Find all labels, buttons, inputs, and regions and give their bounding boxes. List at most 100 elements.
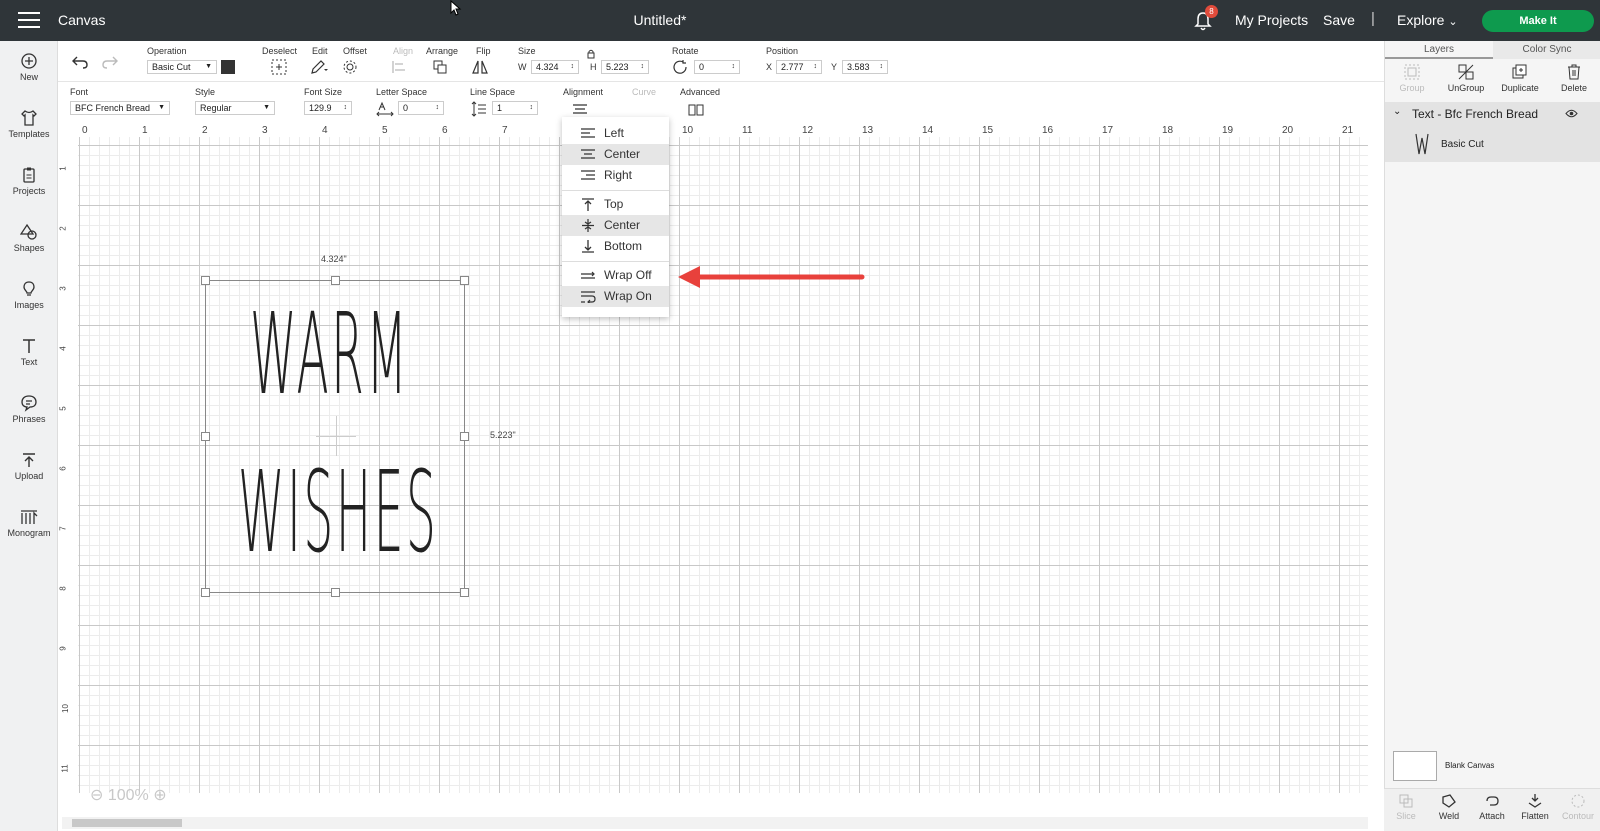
ruler-tick: 10	[60, 704, 70, 713]
separator: |	[1371, 10, 1375, 27]
document-title[interactable]: Untitled*	[600, 12, 720, 28]
layer-item[interactable]: ⌄ Text - Bfc French Bread Basic Cut	[1385, 102, 1600, 162]
chevron-down-icon[interactable]: ⌄	[1393, 106, 1401, 117]
sidebar-label: Phrases	[12, 414, 46, 424]
contour-icon	[1571, 794, 1585, 808]
attach-button[interactable]: Attach	[1470, 793, 1514, 821]
letter-space-input[interactable]: 0 ↕	[398, 101, 444, 115]
wrap-off-icon	[581, 271, 595, 279]
scroll-thumb[interactable]	[72, 819, 182, 827]
tab-color-sync[interactable]: Color Sync	[1493, 41, 1600, 59]
alignment-dropdown: Left Center Right Top Center Bottom Wrap…	[562, 117, 669, 317]
resize-handle[interactable]	[201, 276, 210, 285]
duplicate-button[interactable]: Duplicate	[1493, 63, 1547, 93]
sidebar-item-upload[interactable]: Upload	[0, 451, 58, 481]
zoom-out-icon[interactable]: ⊖	[90, 787, 103, 804]
ruler-tick: 20	[1282, 125, 1294, 136]
contour-button[interactable]: Contour	[1556, 793, 1600, 821]
option-label: Left	[604, 126, 625, 140]
letter-space-label: Letter Space	[376, 87, 428, 97]
align-top-option[interactable]: Top	[562, 194, 669, 215]
arrange-icon[interactable]	[432, 59, 450, 75]
ruler-tick: 5	[58, 406, 68, 411]
offset-icon[interactable]	[343, 59, 361, 75]
lock-icon[interactable]	[586, 49, 596, 59]
height-input[interactable]: 5.223 ↕	[601, 60, 649, 74]
sidebar-item-phrases[interactable]: Phrases	[0, 394, 58, 424]
explore-menu[interactable]: Explore ⌄	[1397, 12, 1458, 28]
x-input[interactable]: 2.777 ↕	[776, 60, 822, 74]
align-bottom-option[interactable]: Bottom	[562, 236, 669, 257]
option-label: Bottom	[604, 239, 643, 253]
delete-button[interactable]: Delete	[1547, 63, 1600, 93]
selection-box[interactable]: WARM WISHES	[201, 276, 469, 597]
sidebar-item-monogram[interactable]: Monogram	[0, 508, 58, 538]
group-button[interactable]: Group	[1385, 63, 1439, 93]
eye-icon[interactable]	[1565, 109, 1578, 118]
pencil-icon[interactable]	[310, 59, 328, 75]
resize-handle[interactable]	[460, 432, 469, 441]
operation-select[interactable]: Basic Cut ▼	[147, 60, 217, 74]
rotate-input[interactable]: 0 ↕	[694, 60, 740, 74]
ruler-tick: 11	[742, 125, 753, 136]
deselect-icon[interactable]	[270, 59, 288, 75]
layer-actions-bar: Slice Weld Attach Flatten Contour	[1384, 788, 1600, 831]
redo-icon[interactable]	[102, 55, 118, 69]
flatten-button[interactable]: Flatten	[1513, 793, 1557, 821]
y-input[interactable]: 3.583 ↕	[842, 60, 888, 74]
save-button[interactable]: Save	[1323, 12, 1355, 28]
blank-canvas-thumbnail[interactable]	[1393, 751, 1437, 781]
undo-icon[interactable]	[72, 55, 88, 69]
ruler-tick: 10	[682, 125, 694, 136]
align-left-option[interactable]: Left	[562, 123, 669, 144]
action-label: Delete	[1560, 83, 1587, 93]
color-swatch[interactable]	[221, 60, 235, 74]
y-label: Y	[831, 62, 838, 72]
make-it-button[interactable]: Make It	[1482, 10, 1594, 32]
ungroup-button[interactable]: UnGroup	[1439, 63, 1493, 93]
align-middle-option[interactable]: Center	[562, 215, 669, 236]
align-center-icon[interactable]	[571, 102, 589, 118]
sidebar-item-templates[interactable]: Templates	[0, 109, 58, 139]
resize-handle[interactable]	[460, 276, 469, 285]
resize-handle[interactable]	[460, 588, 469, 597]
resize-handle[interactable]	[331, 588, 340, 597]
hamburger-menu-icon[interactable]	[18, 12, 40, 28]
sidebar-item-new[interactable]: New	[0, 52, 58, 82]
sidebar-item-shapes[interactable]: Shapes	[0, 223, 58, 253]
zoom-control[interactable]: ⊖ 100% ⊕	[90, 785, 167, 805]
flip-icon[interactable]	[471, 59, 489, 75]
tab-layers[interactable]: Layers	[1385, 41, 1493, 59]
ruler-tick: 7	[502, 125, 508, 136]
vertical-ruler: 1 2 3 4 5 6 7 8 9 10 11	[58, 140, 75, 790]
align-right-option[interactable]: Right	[562, 165, 669, 186]
font-size-input[interactable]: 129.9 ↕	[304, 101, 352, 115]
resize-handle[interactable]	[331, 276, 340, 285]
wrap-on-option[interactable]: Wrap On	[562, 286, 669, 307]
sidebar-item-text[interactable]: Text	[0, 337, 58, 367]
sidebar-item-projects[interactable]: Projects	[0, 166, 58, 196]
font-select[interactable]: BFC French Bread ▼	[70, 101, 170, 115]
width-input[interactable]: 4.324 ↕	[531, 60, 579, 74]
rotate-icon[interactable]	[672, 59, 690, 75]
deselect-label: Deselect	[262, 46, 298, 56]
horizontal-scrollbar[interactable]	[62, 817, 1368, 829]
line-space-input[interactable]: 1 ↕	[492, 101, 538, 115]
horizontal-ruler: 0123456789101112131415161718192021	[78, 125, 1368, 137]
advanced-icon[interactable]	[688, 102, 706, 118]
text-line-wishes: WISHES	[238, 448, 439, 578]
zoom-in-icon[interactable]: ⊕	[153, 787, 166, 804]
sidebar-label: New	[19, 72, 38, 82]
style-select[interactable]: Regular ▼	[195, 101, 275, 115]
wrap-off-option[interactable]: Wrap Off	[562, 265, 669, 286]
slice-button[interactable]: Slice	[1384, 793, 1428, 821]
weld-button[interactable]: Weld	[1427, 793, 1471, 821]
my-projects-link[interactable]: My Projects	[1235, 12, 1308, 28]
align-top-icon	[582, 198, 594, 211]
resize-handle[interactable]	[201, 432, 210, 441]
resize-handle[interactable]	[201, 588, 210, 597]
letter-space-icon	[376, 101, 394, 117]
align-center-option[interactable]: Center	[562, 144, 669, 165]
position-label: Position	[766, 46, 799, 56]
sidebar-item-images[interactable]: Images	[0, 280, 58, 310]
